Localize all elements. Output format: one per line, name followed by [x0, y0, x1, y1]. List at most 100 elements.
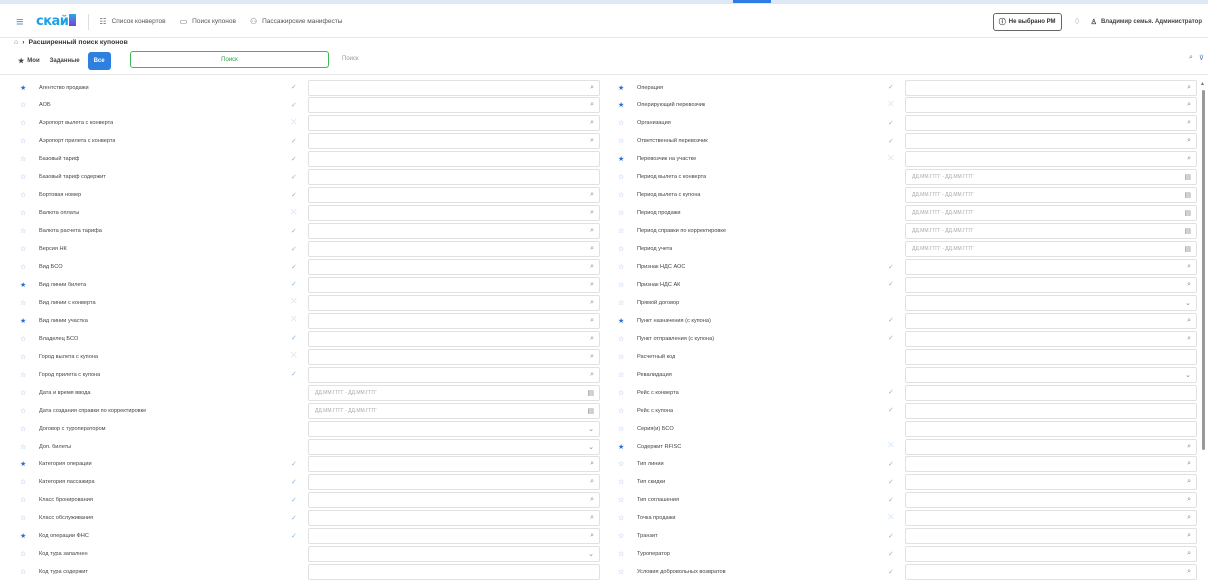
include-check-icon[interactable]: ✓	[291, 460, 297, 468]
exclude-icon[interactable]: ⤫	[888, 101, 894, 109]
select-field[interactable]: ⌄	[905, 366, 1197, 383]
include-check-icon[interactable]: ✓	[291, 496, 297, 504]
search-field[interactable]: ⌕	[308, 366, 600, 383]
search-icon[interactable]: ⌕	[590, 299, 594, 307]
search-field[interactable]: ⌕	[308, 474, 600, 491]
chevron-down-icon[interactable]: ⌄	[588, 550, 594, 558]
favorite-star-icon[interactable]: ★	[618, 317, 628, 325]
favorite-star-icon[interactable]: ☆	[20, 227, 30, 235]
include-check-icon[interactable]: ✓	[291, 370, 297, 378]
favorite-star-icon[interactable]: ☆	[20, 155, 30, 163]
search-icon[interactable]: ⌕	[1187, 84, 1191, 92]
select-field[interactable]: ⌄	[905, 294, 1197, 311]
search-icon[interactable]: ⌕	[590, 532, 594, 540]
text-field[interactable]	[905, 348, 1197, 365]
search-icon[interactable]: ⌕	[1187, 532, 1191, 540]
text-field[interactable]	[308, 151, 600, 168]
search-icon[interactable]: ⌕	[1187, 496, 1191, 504]
favorite-star-icon[interactable]: ★	[20, 84, 30, 92]
search-field[interactable]: ⌕	[905, 151, 1197, 168]
date-range-field[interactable]: ДД.ММ.ГГГГ - ДД.ММ.ГГГГ ▤	[905, 205, 1197, 222]
search-icon[interactable]: ⌕	[590, 191, 594, 199]
search-icon[interactable]: ⌕	[590, 317, 594, 325]
app-logo[interactable]: скай	[36, 14, 77, 29]
search-icon[interactable]: ⌕	[1187, 155, 1191, 163]
include-check-icon[interactable]: ✓	[888, 460, 894, 468]
favorite-star-icon[interactable]: ☆	[20, 245, 30, 253]
search-icon[interactable]: ⌕	[590, 281, 594, 289]
favorite-star-icon[interactable]: ☆	[618, 568, 628, 576]
search-field[interactable]: ⌕	[905, 79, 1197, 96]
nav-link-manifests[interactable]: ⚇ Пассажирские манифесты	[250, 17, 342, 26]
include-check-icon[interactable]: ✓	[888, 568, 894, 576]
search-icon[interactable]: ⌕	[590, 353, 594, 361]
search-field[interactable]: ⌕	[905, 564, 1197, 581]
rm-select-button[interactable]: ⓘ Не выбрано РМ	[992, 12, 1062, 31]
include-check-icon[interactable]: ✓	[291, 334, 297, 342]
favorite-star-icon[interactable]: ☆	[618, 299, 628, 307]
favorite-star-icon[interactable]: ☆	[20, 407, 30, 415]
search-field[interactable]: ⌕	[905, 510, 1197, 527]
search-field[interactable]: ⌕	[308, 348, 600, 365]
search-field[interactable]: ⌕	[308, 223, 600, 240]
favorite-star-icon[interactable]: ☆	[20, 173, 30, 181]
date-range-field[interactable]: ДД.ММ.ГГГГ - ДД.ММ.ГГГГ ▤	[905, 187, 1197, 204]
calendar-icon[interactable]: ▤	[587, 389, 594, 397]
text-field[interactable]	[905, 402, 1197, 419]
chevron-down-icon[interactable]: ⌄	[588, 425, 594, 433]
search-field[interactable]: ⌕	[308, 456, 600, 473]
select-field[interactable]: ⌄	[308, 438, 600, 455]
user-menu[interactable]: ♙ Владимир семья. Администратор	[1091, 18, 1202, 26]
search-icon[interactable]: ⌕	[590, 478, 594, 486]
search-icon[interactable]: ⌕	[590, 263, 594, 271]
favorite-star-icon[interactable]: ☆	[618, 227, 628, 235]
include-check-icon[interactable]: ✓	[888, 334, 894, 342]
chevron-down-icon[interactable]: ⌄	[588, 443, 594, 451]
favorite-star-icon[interactable]: ☆	[618, 371, 628, 379]
search-icon[interactable]: ⌕	[1187, 478, 1191, 486]
include-check-icon[interactable]: ✓	[888, 406, 894, 414]
search-icon[interactable]: ⌕	[1187, 550, 1191, 558]
search-icon[interactable]: ⌕	[590, 209, 594, 217]
search-icon[interactable]: ⌕	[1187, 317, 1191, 325]
search-icon[interactable]: ⌕	[1189, 54, 1193, 62]
search-field[interactable]: ⌕	[905, 115, 1197, 132]
include-check-icon[interactable]: ✓	[291, 280, 297, 288]
include-check-icon[interactable]: ✓	[291, 173, 297, 181]
favorite-star-icon[interactable]: ☆	[20, 353, 30, 361]
include-check-icon[interactable]: ✓	[291, 532, 297, 540]
filter-assigned-button[interactable]: Заданные	[50, 58, 80, 64]
search-field[interactable]: ⌕	[308, 276, 600, 293]
search-icon[interactable]: ⌕	[590, 514, 594, 522]
search-icon[interactable]: ⌕	[1187, 263, 1191, 271]
search-icon[interactable]: ⌕	[590, 245, 594, 253]
favorite-star-icon[interactable]: ☆	[20, 209, 30, 217]
favorite-star-icon[interactable]: ☆	[20, 137, 30, 145]
search-icon[interactable]: ⌕	[1187, 460, 1191, 468]
search-field[interactable]: ⌕	[905, 330, 1197, 347]
favorite-star-icon[interactable]: ☆	[20, 550, 30, 558]
favorite-star-icon[interactable]: ★	[618, 443, 628, 451]
notifications-icon[interactable]: ♢	[1074, 17, 1081, 26]
search-icon[interactable]: ⌕	[590, 496, 594, 504]
search-field[interactable]: ⌕	[905, 474, 1197, 491]
favorite-star-icon[interactable]: ☆	[20, 101, 30, 109]
favorite-star-icon[interactable]: ★	[618, 84, 628, 92]
include-check-icon[interactable]: ✓	[291, 478, 297, 486]
search-icon[interactable]: ⌕	[590, 227, 594, 235]
search-field[interactable]: ⌕	[308, 133, 600, 150]
search-icon[interactable]: ⌕	[590, 371, 594, 379]
date-range-field[interactable]: ДД.ММ.ГГГГ - ДД.ММ.ГГГГ ▤	[308, 384, 600, 401]
exclude-icon[interactable]: ⤫	[291, 352, 297, 360]
favorite-star-icon[interactable]: ☆	[618, 460, 628, 468]
favorite-star-icon[interactable]: ☆	[20, 568, 30, 576]
search-field[interactable]: ⌕	[308, 205, 600, 222]
calendar-icon[interactable]: ▤	[1184, 191, 1191, 199]
include-check-icon[interactable]: ✓	[291, 155, 297, 163]
exclude-icon[interactable]: ⤫	[888, 514, 894, 522]
search-field[interactable]: ⌕	[308, 79, 600, 96]
search-field[interactable]: ⌕	[905, 276, 1197, 293]
include-check-icon[interactable]: ✓	[888, 478, 894, 486]
date-range-field[interactable]: ДД.ММ.ГГГГ - ДД.ММ.ГГГГ ▤	[905, 241, 1197, 258]
include-check-icon[interactable]: ✓	[888, 263, 894, 271]
